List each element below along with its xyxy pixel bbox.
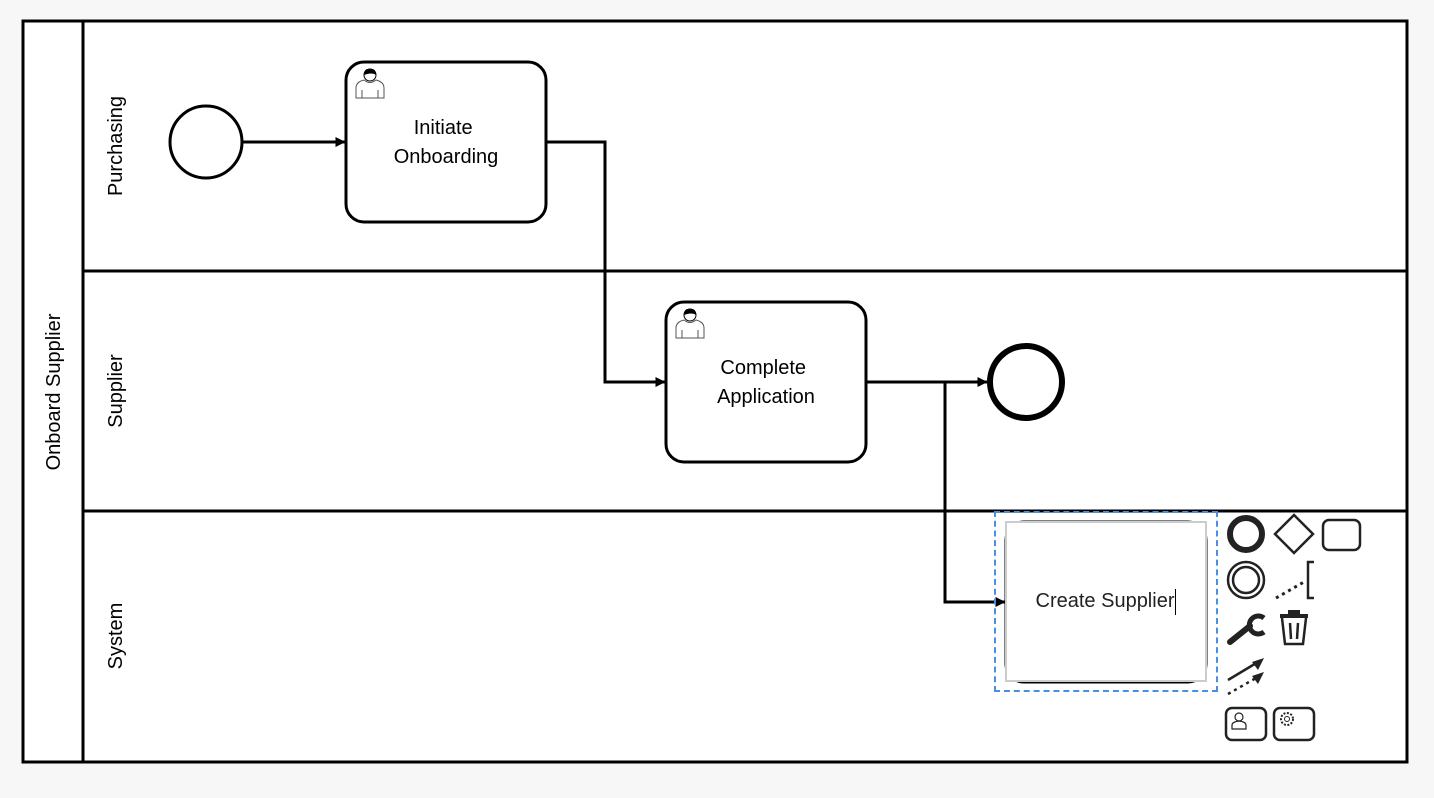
append-end-event-button[interactable]	[1224, 512, 1268, 556]
pool-label: Onboard Supplier	[43, 313, 65, 470]
connect-icon	[1227, 658, 1264, 696]
lane-system[interactable]: System	[105, 603, 127, 670]
append-text-annotation-button[interactable]	[1272, 558, 1316, 602]
task-label-input[interactable]: Create Supplier	[1036, 590, 1175, 613]
user-task-icon	[1224, 706, 1268, 742]
replace-button[interactable]	[1224, 606, 1268, 650]
trash-icon	[1280, 610, 1308, 646]
task-label-line: Complete	[720, 357, 806, 379]
append-task-button[interactable]	[1320, 512, 1364, 556]
task-label-line: Application	[717, 386, 815, 408]
context-pad	[1222, 510, 1367, 750]
lane-purchasing[interactable]: Purchasing	[105, 96, 127, 196]
end-event-icon	[1227, 515, 1265, 553]
end-event[interactable]	[987, 343, 1065, 421]
append-gateway-button[interactable]	[1272, 512, 1316, 556]
append-intermediate-event-button[interactable]	[1224, 558, 1268, 602]
gateway-icon	[1273, 513, 1315, 555]
append-service-task-button[interactable]	[1272, 702, 1316, 746]
lane-label: System	[105, 603, 127, 670]
intermediate-event-icon	[1226, 560, 1266, 600]
append-user-task-button[interactable]	[1224, 702, 1268, 746]
task-label-line: Onboarding	[394, 146, 499, 168]
delete-button[interactable]	[1272, 606, 1316, 650]
lane-label: Supplier	[105, 354, 127, 428]
bpmn-canvas[interactable]: Onboard Supplier Purchasing Supplier Sys…	[0, 0, 1434, 798]
lane-label: Purchasing	[105, 96, 127, 196]
task-label-line: Initiate	[414, 117, 473, 139]
user-task-initiate-onboarding[interactable]: Initiate Onboarding	[344, 60, 548, 224]
text-annotation-icon	[1275, 560, 1314, 600]
text-caret	[1175, 588, 1177, 615]
connect-button[interactable]	[1224, 654, 1268, 698]
task-icon	[1321, 518, 1362, 552]
task-label-editor[interactable]: Create Supplier	[1005, 521, 1207, 682]
wrench-icon	[1227, 613, 1266, 645]
lane-supplier[interactable]: Supplier	[105, 354, 127, 428]
user-task-complete-application[interactable]: Complete Application	[664, 300, 868, 464]
start-event[interactable]	[168, 104, 244, 180]
service-task-icon	[1272, 706, 1316, 742]
